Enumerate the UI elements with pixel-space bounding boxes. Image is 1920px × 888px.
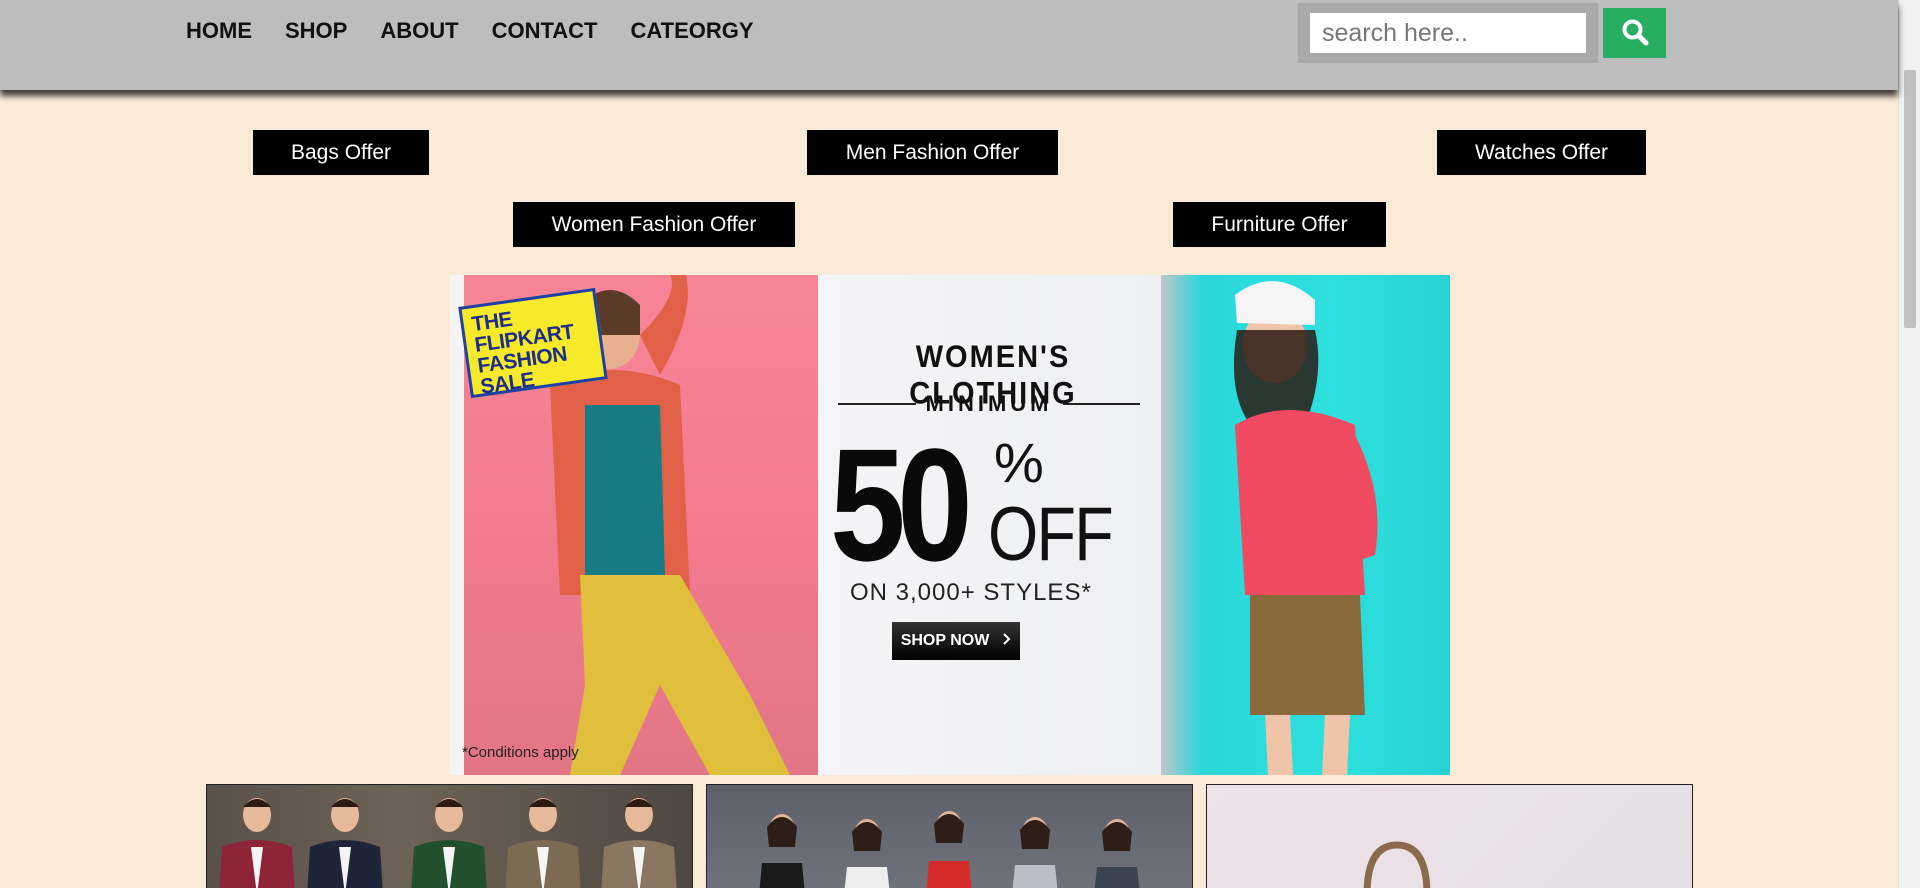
women-fashion-offer-button[interactable]: Women Fashion Offer <box>513 202 795 247</box>
men-fashion-offer-button[interactable]: Men Fashion Offer <box>807 130 1058 175</box>
search-box <box>1298 3 1598 63</box>
scrollbar-thumb[interactable] <box>1904 70 1916 328</box>
conditions-text: *Conditions apply <box>462 744 579 761</box>
nav-shop-link[interactable]: SHOP <box>285 18 347 44</box>
bags-offer-button[interactable]: Bags Offer <box>253 130 429 175</box>
nav-contact-link[interactable]: CONTACT <box>492 18 598 44</box>
men-fashion-tile[interactable] <box>206 784 693 888</box>
main-nav: HOME SHOP ABOUT CONTACT CATEORGY <box>186 18 754 44</box>
promo-banner[interactable]: THE FLIPKART FASHION SALE WOMEN'S CLOTHI… <box>450 275 1450 775</box>
banner-percent-sign: % <box>994 431 1044 494</box>
chevron-right-icon <box>1003 632 1011 650</box>
nav-category-link[interactable]: CATEORGY <box>631 18 754 44</box>
divider-line <box>1062 403 1141 405</box>
site-header: HOME SHOP ABOUT CONTACT CATEORGY <box>0 0 1898 90</box>
bag-image <box>1363 841 1431 888</box>
banner-minimum-row: MINIMUM <box>838 391 1141 417</box>
divider-line <box>838 403 916 405</box>
watches-offer-button[interactable]: Watches Offer <box>1437 130 1646 175</box>
banner-discount-number: 50 <box>830 415 973 594</box>
furniture-offer-button[interactable]: Furniture Offer <box>1173 202 1386 247</box>
banner-minimum-label: MINIMUM <box>925 391 1053 416</box>
nav-about-link[interactable]: ABOUT <box>380 18 458 44</box>
sale-badge: THE FLIPKART FASHION SALE <box>458 287 608 399</box>
banner-model-right-image <box>1233 281 1378 775</box>
men-models-image <box>219 798 677 888</box>
women-models-image <box>759 811 1140 888</box>
banner-edge <box>450 275 464 775</box>
search-button[interactable] <box>1603 8 1666 58</box>
search-icon <box>1621 18 1649 49</box>
women-fashion-tile[interactable] <box>706 784 1193 888</box>
banner-off-label: OFF <box>988 492 1114 577</box>
page-scrollbar[interactable] <box>1898 0 1920 888</box>
search-input[interactable] <box>1310 13 1586 53</box>
nav-home-link[interactable]: HOME <box>186 18 252 44</box>
shop-now-label: SHOP NOW <box>900 632 990 649</box>
banner-styles-text: ON 3,000+ STYLES* <box>850 579 1092 606</box>
shop-now-button[interactable]: SHOP NOW <box>892 622 1020 660</box>
bags-tile[interactable] <box>1206 784 1693 888</box>
